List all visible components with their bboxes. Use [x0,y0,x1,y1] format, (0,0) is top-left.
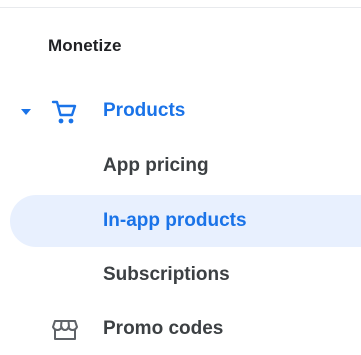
sidebar-item-app-pricing[interactable]: App pricing [0,140,361,192]
sidebar-item-promo-codes[interactable]: Promo codes [0,303,361,355]
top-divider [0,7,361,8]
sidebar-item-label: App pricing [103,155,209,176]
shopping-cart-icon [51,100,77,124]
sidebar-item-label: In-app products [103,210,247,231]
section-heading-monetize: Monetize [48,36,122,55]
sidebar-item-subscriptions[interactable]: Subscriptions [0,249,361,301]
expand-arrow-icon[interactable] [19,107,33,117]
sidebar-item-in-app-products[interactable]: In-app products [10,195,361,247]
sidebar-item-label: Products [103,100,186,121]
sidebar-item-label: Promo codes [103,318,224,339]
storefront-icon [52,320,78,340]
sidebar-item-products[interactable]: Products [0,85,361,137]
sidebar-item-label: Subscriptions [103,264,230,285]
